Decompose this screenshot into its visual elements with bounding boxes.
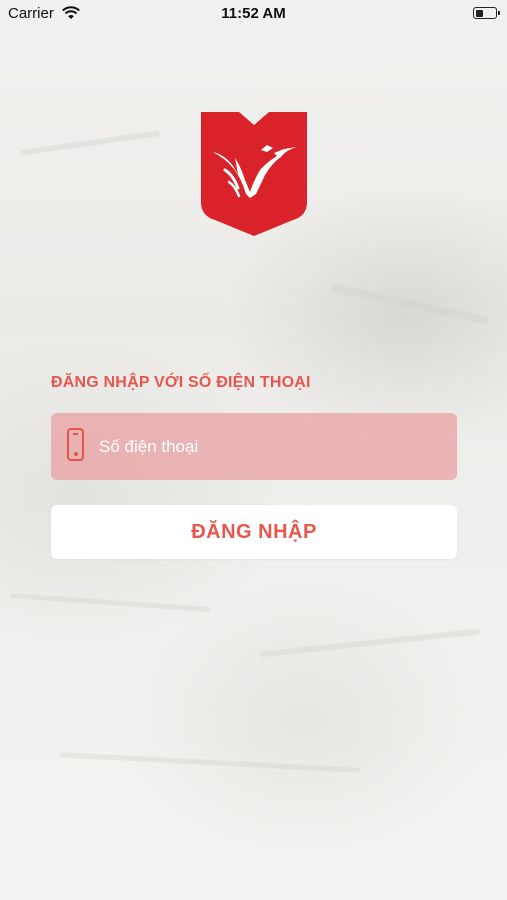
phone-input[interactable] — [99, 413, 439, 480]
login-button[interactable]: ĐĂNG NHẬP — [51, 505, 457, 559]
login-heading: ĐĂNG NHẬP VỚI SỐ ĐIỆN THOẠI — [51, 374, 311, 391]
status-bar: Carrier 11:52 AM — [0, 0, 507, 28]
brand-shield-logo — [201, 112, 307, 236]
status-time: 11:52 AM — [221, 5, 286, 22]
phone-field[interactable] — [51, 413, 457, 480]
smartphone-icon — [67, 428, 84, 461]
battery-icon — [473, 7, 500, 19]
